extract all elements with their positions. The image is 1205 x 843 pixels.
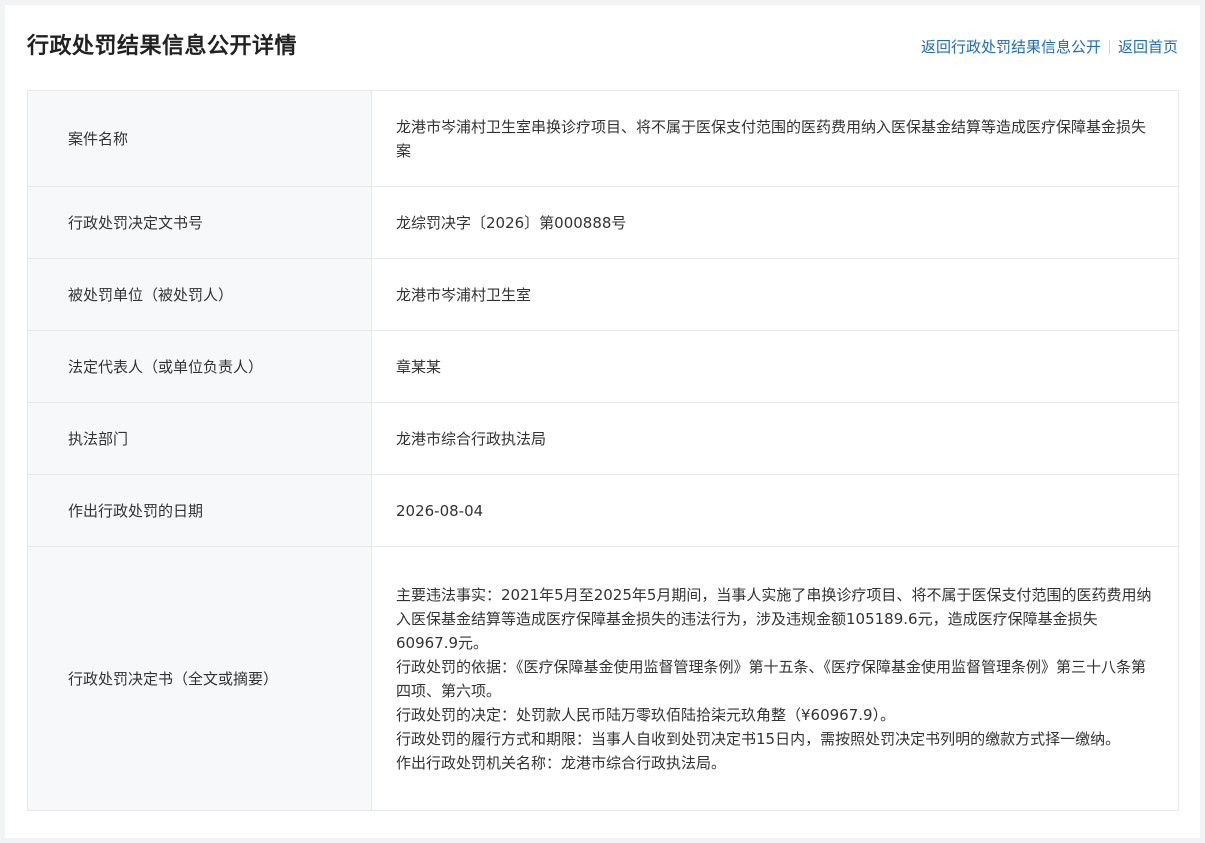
summary-payment-terms: 行政处罚的履行方式和期限：当事人自收到处罚决定书15日内，需按照处罚决定书列明的… [396, 729, 1121, 748]
page-title: 行政处罚结果信息公开详情 [27, 34, 298, 59]
row-label: 作出行政处罚的日期 [27, 474, 372, 547]
summary-violation-facts: 主要违法事实：2021年5月至2025年5月期间，当事人实施了串换诊疗项目、将不… [396, 585, 1152, 652]
row-label: 行政处罚决定书（全文或摘要） [27, 546, 372, 811]
row-label: 被处罚单位（被处罚人） [27, 258, 372, 331]
summary-authority: 作出行政处罚机关名称：龙港市综合行政执法局。 [396, 753, 727, 772]
decision-summary: 主要违法事实：2021年5月至2025年5月期间，当事人实施了串换诊疗项目、将不… [371, 546, 1179, 811]
row-value: 龙港市岑浦村卫生室串换诊疗项目、将不属于医保支付范围的医药费用纳入医保基金结算等… [371, 90, 1179, 187]
row-label: 案件名称 [27, 90, 372, 187]
summary-decision: 行政处罚的决定：处罚款人民币陆万零玖佰陆拾柒元玖角整（¥60967.9）。 [396, 705, 896, 724]
row-label: 法定代表人（或单位负责人） [27, 330, 372, 403]
row-label: 执法部门 [27, 402, 372, 475]
row-label: 行政处罚决定文书号 [27, 186, 372, 259]
table-row-legal-representative: 法定代表人（或单位负责人） 章某某 [27, 330, 1179, 403]
row-value: 龙港市岑浦村卫生室 [371, 258, 1179, 331]
page-header: 行政处罚结果信息公开详情 返回行政处罚结果信息公开 返回首页 [5, 5, 1200, 91]
table-row-decision-summary: 行政处罚决定书（全文或摘要） 主要违法事实：2021年5月至2025年5月期间，… [27, 546, 1179, 811]
header-links: 返回行政处罚结果信息公开 返回首页 [921, 37, 1178, 57]
table-row-enforcement-department: 执法部门 龙港市综合行政执法局 [27, 402, 1179, 475]
row-value: 2026-08-04 [371, 474, 1179, 547]
detail-panel: 行政处罚结果信息公开详情 返回行政处罚结果信息公开 返回首页 案件名称 龙港市岑… [5, 5, 1200, 838]
table-row-penalized-party: 被处罚单位（被处罚人） 龙港市岑浦村卫生室 [27, 258, 1179, 331]
row-value: 龙港市综合行政执法局 [371, 402, 1179, 475]
row-value: 龙综罚决字〔2026〕第000888号 [371, 186, 1179, 259]
summary-legal-basis: 行政处罚的依据：《医疗保障基金使用监督管理条例》第十五条、《医疗保障基金使用监督… [396, 657, 1147, 700]
back-to-list-link[interactable]: 返回行政处罚结果信息公开 [921, 37, 1101, 57]
back-home-link[interactable]: 返回首页 [1118, 37, 1178, 57]
link-divider [1108, 40, 1110, 54]
detail-table: 案件名称 龙港市岑浦村卫生室串换诊疗项目、将不属于医保支付范围的医药费用纳入医保… [27, 90, 1179, 811]
table-row-penalty-date: 作出行政处罚的日期 2026-08-04 [27, 474, 1179, 547]
table-row-case-name: 案件名称 龙港市岑浦村卫生室串换诊疗项目、将不属于医保支付范围的医药费用纳入医保… [27, 90, 1179, 187]
row-value: 章某某 [371, 330, 1179, 403]
table-row-document-number: 行政处罚决定文书号 龙综罚决字〔2026〕第000888号 [27, 186, 1179, 259]
